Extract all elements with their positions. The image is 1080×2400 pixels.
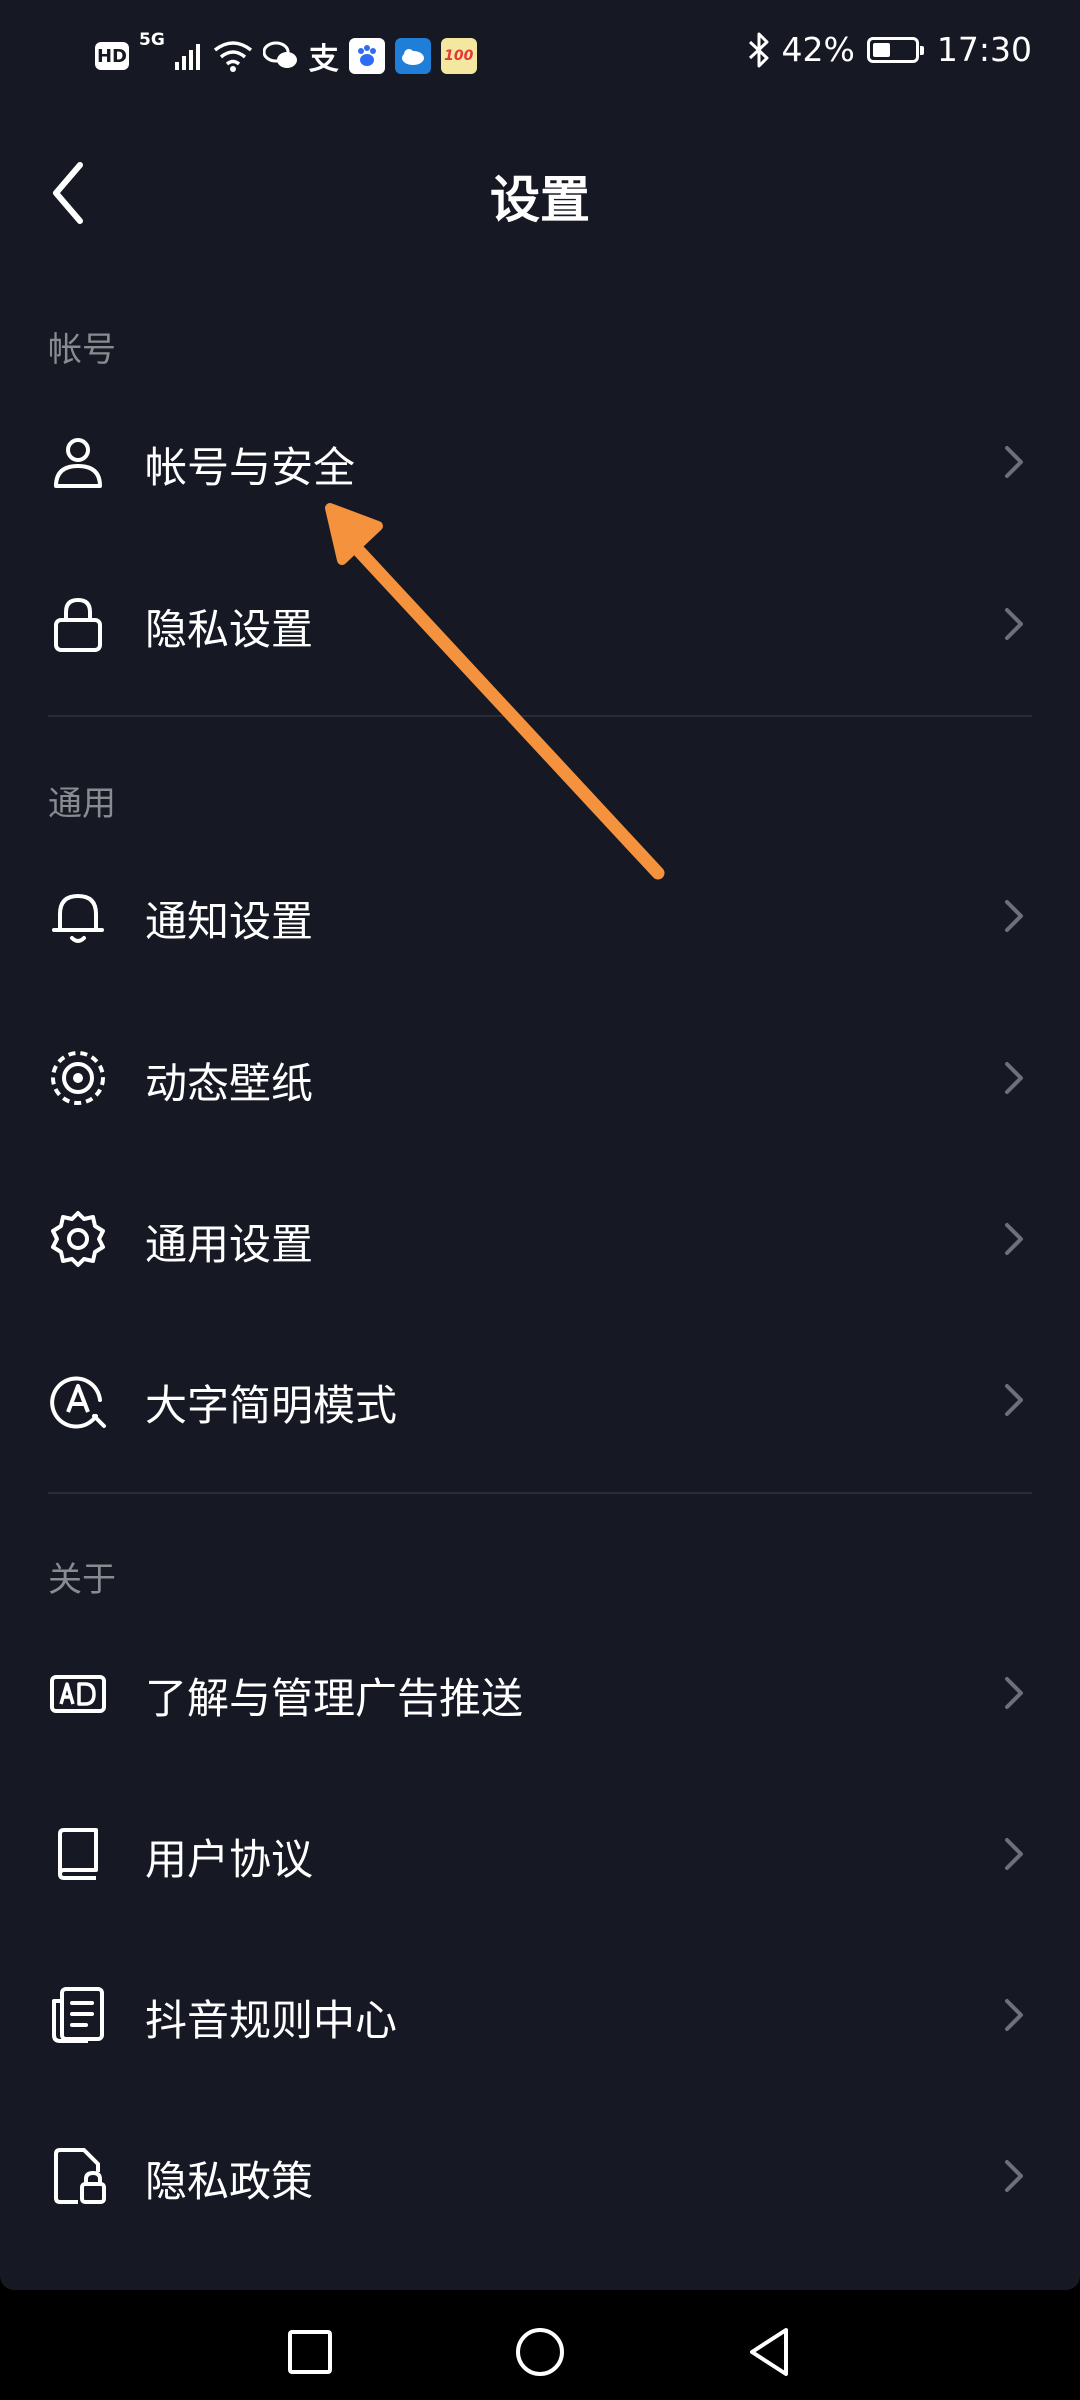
settings-item-rules-center[interactable]: 抖音规则中心 [0,1939,1080,2089]
alipay-icon: 支 [308,42,339,77]
rules-document-icon [52,1987,104,2043]
item-label: 大字简明模式 [145,1381,398,1430]
item-label: 抖音规则中心 [145,1996,398,2045]
bluetooth-icon [748,32,769,67]
large-font-icon [50,1376,106,1429]
settings-screen: HD 5G 支 100 42% 17:30 设置 帐号 帐号与安全 隐私设置 通… [0,0,1080,2290]
status-bar-left: HD 5G 支 100 [95,30,477,78]
lock-icon [54,597,102,652]
item-label: 用户协议 [145,1835,314,1884]
chevron-right-icon [1005,900,1023,932]
battery-percent: 42% [781,30,855,69]
privacy-document-icon [54,2148,106,2204]
wifi-icon [213,41,252,72]
section-title-about: 关于 [48,1560,116,1600]
bell-icon [52,894,104,943]
item-label: 通知设置 [145,897,314,946]
chevron-right-icon [1005,1062,1023,1094]
user-icon [54,438,102,488]
ad-icon [50,1675,106,1713]
gear-icon [51,1211,105,1267]
chevron-right-icon [1005,1838,1023,1870]
settings-item-notifications[interactable]: 通知设置 [0,840,1080,990]
settings-item-general[interactable]: 通用设置 [0,1163,1080,1313]
section-divider [48,1492,1032,1494]
settings-item-live-wallpaper[interactable]: 动态壁纸 [0,1002,1080,1152]
item-label: 动态壁纸 [145,1059,314,1108]
item-label: 了解与管理广告推送 [145,1674,524,1723]
back-nav-button[interactable] [740,2322,800,2382]
app-100-icon: 100 [440,38,477,74]
item-label: 帐号与安全 [145,443,356,492]
network-type: 5G [139,30,165,50]
settings-item-user-agreement[interactable]: 用户协议 [0,1778,1080,1928]
status-bar: HD 5G 支 100 42% 17:30 [0,0,1080,108]
chevron-right-icon [1005,446,1023,478]
live-wallpaper-icon [51,1051,105,1105]
wechat-icon [262,41,297,68]
chevron-right-icon [1005,1223,1023,1255]
clock: 17:30 [936,30,1032,69]
item-label: 隐私政策 [145,2157,314,2206]
baidu-icon [348,38,385,74]
chevron-right-icon [1005,1999,1023,2031]
chevron-right-icon [1005,1384,1023,1416]
item-label: 隐私设置 [145,605,314,654]
recent-apps-button[interactable] [280,2322,340,2382]
settings-item-large-font-mode[interactable]: 大字简明模式 [0,1324,1080,1474]
settings-item-ad-management[interactable]: 了解与管理广告推送 [0,1617,1080,1767]
chevron-right-icon [1005,608,1023,640]
chevron-right-icon [1005,2160,1023,2192]
system-navigation-bar [0,2290,1080,2400]
page-title: 设置 [490,171,590,229]
settings-item-privacy[interactable]: 隐私设置 [0,548,1080,698]
header: 设置 [0,108,1080,268]
section-title-account: 帐号 [48,330,116,370]
signal-icon [174,44,200,70]
section-divider [48,715,1032,717]
settings-item-privacy-policy[interactable]: 隐私政策 [0,2100,1080,2250]
section-title-general: 通用 [48,784,116,824]
settings-item-account-security[interactable]: 帐号与安全 [0,386,1080,536]
weather-app-icon [394,38,431,74]
chevron-right-icon [1005,1677,1023,1709]
hd-badge: HD [95,42,129,70]
book-icon [58,1828,98,1880]
home-button[interactable] [510,2322,570,2382]
battery-level [872,42,890,57]
item-label: 通用设置 [145,1220,314,1269]
battery-icon [866,36,924,63]
status-bar-right: 42% 17:30 [748,30,1032,69]
